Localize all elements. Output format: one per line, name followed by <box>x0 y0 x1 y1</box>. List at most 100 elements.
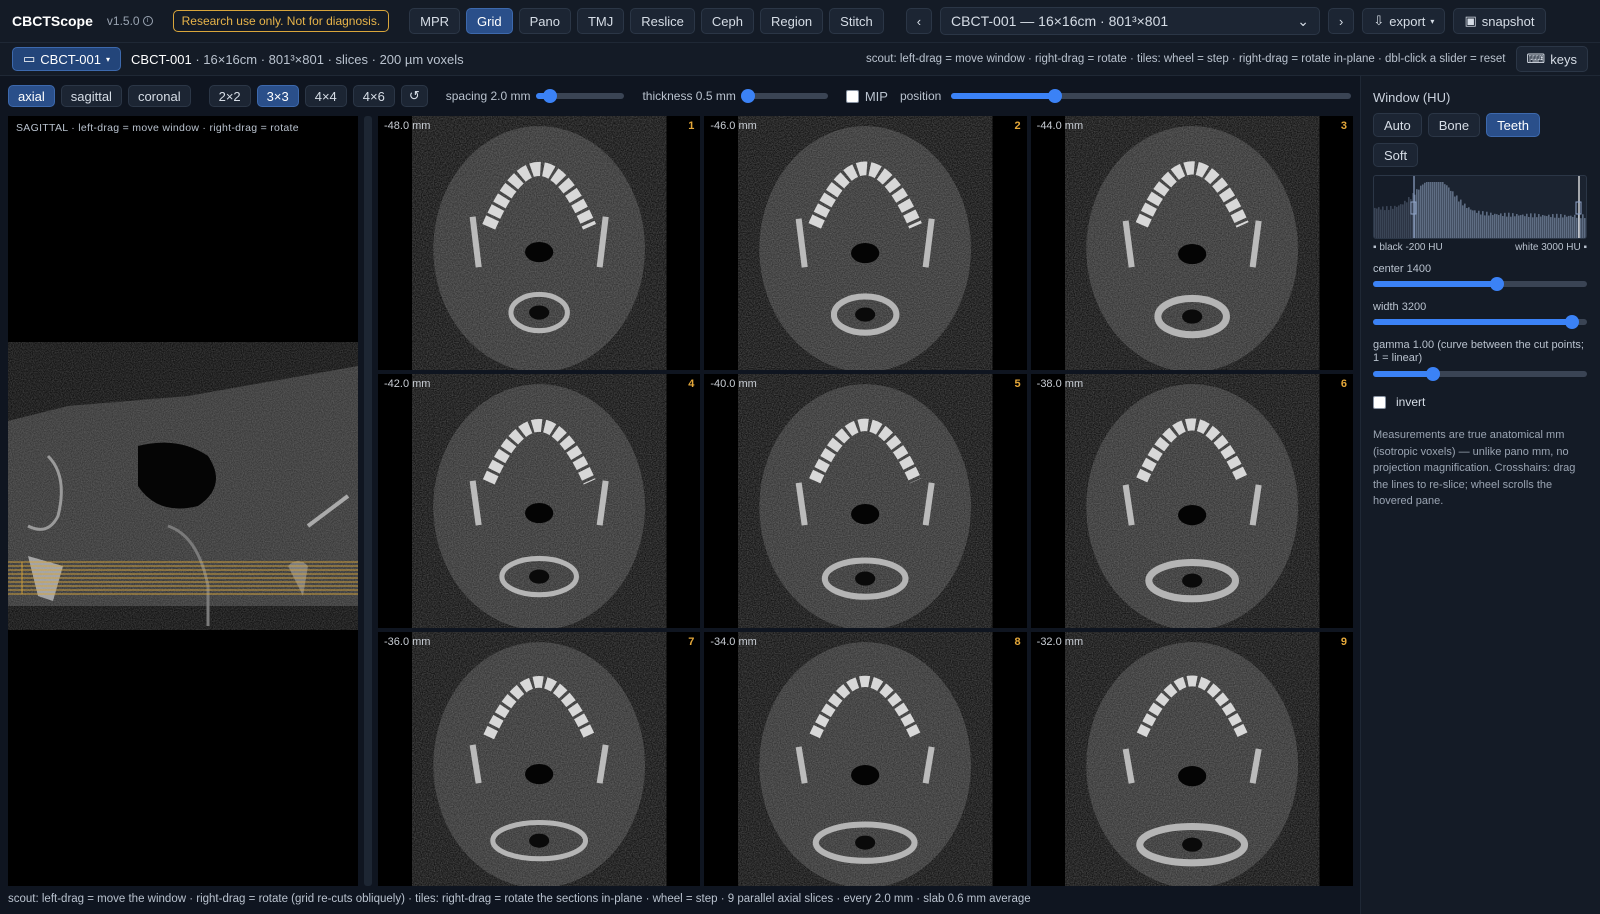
layout-button-4-6[interactable]: 4×6 <box>352 85 395 107</box>
case-chip-label: CBCT-001 <box>40 51 101 67</box>
layout-button-4-4[interactable]: 4×4 <box>304 85 347 107</box>
case-select[interactable]: CBCT-001 — 16×16cm · 801³×801 ⌄ <box>940 7 1321 35</box>
mode-tab-reslice[interactable]: Reslice <box>630 8 695 34</box>
plane-button-sagittal[interactable]: sagittal <box>60 85 122 107</box>
hu-histogram[interactable] <box>1373 175 1587 239</box>
spacing-slider-thumb[interactable] <box>542 89 557 103</box>
preset-button-soft[interactable]: Soft <box>1373 143 1419 167</box>
width-slider-thumb[interactable] <box>1565 315 1580 329</box>
width-slider[interactable] <box>1373 315 1587 329</box>
snapshot-label: snapshot <box>1481 13 1535 29</box>
slice-tile[interactable]: -40.0 mm 5 <box>704 374 1027 628</box>
thickness-slider-thumb[interactable] <box>740 89 755 103</box>
scout-label: SAGITTAL · left-drag = move window · rig… <box>16 122 299 134</box>
center-slider-thumb[interactable] <box>1490 277 1505 291</box>
caret-down-icon: ▾ <box>1430 16 1435 26</box>
slice-tile[interactable]: -34.0 mm 8 <box>704 632 1027 886</box>
slice-index-label: 1 <box>688 120 695 132</box>
spacing-slider[interactable] <box>536 89 625 103</box>
caret-down-icon: ▾ <box>106 54 111 64</box>
slice-tile[interactable]: -32.0 mm 9 <box>1030 632 1353 886</box>
mode-tabs: MPR Grid Pano TMJ Reslice Ceph Region Stitch <box>409 8 884 34</box>
plane-buttons: axial sagittal coronal <box>8 85 191 107</box>
axial-slice-image <box>1086 126 1298 370</box>
slice-tile[interactable]: -36.0 mm 7 <box>378 632 701 886</box>
mode-tab-region[interactable]: Region <box>759 8 824 34</box>
spacing-label: spacing 2.0 mm <box>445 89 531 103</box>
center-label: center 1400 <box>1373 263 1432 275</box>
mip-checkbox[interactable] <box>845 89 859 103</box>
preset-button-bone[interactable]: Bone <box>1427 113 1481 137</box>
width-slider-fill <box>1373 319 1573 325</box>
status-hint: scout: left-drag = move the window · rig… <box>8 893 1031 905</box>
slice-position-label: -36.0 mm <box>384 636 431 648</box>
next-case-button[interactable]: › <box>1328 8 1355 34</box>
invert-row: invert <box>1373 395 1588 409</box>
prev-case-button[interactable]: ‹ <box>905 8 933 34</box>
mode-tab-stitch[interactable]: Stitch <box>829 8 884 34</box>
axial-slice-image <box>759 384 972 628</box>
slice-tile[interactable]: -46.0 mm 2 <box>704 116 1027 370</box>
gamma-slider-thumb[interactable] <box>1425 367 1440 382</box>
thickness-slider[interactable] <box>740 89 828 103</box>
invert-checkbox[interactable] <box>1373 395 1386 409</box>
slice-position-label: -42.0 mm <box>384 378 431 390</box>
slice-tile[interactable]: -38.0 mm 6 <box>1030 374 1353 628</box>
camera-icon: ▣ <box>1464 13 1477 28</box>
case-chip-button[interactable]: ▭ CBCT-001 ▾ <box>12 47 122 71</box>
slice-index-label: 6 <box>1340 378 1347 390</box>
keys-label: keys <box>1550 51 1577 67</box>
preset-button-auto[interactable]: Auto <box>1373 113 1422 137</box>
slice-position-label: -38.0 mm <box>1036 378 1084 390</box>
slice-position-label: -44.0 mm <box>1036 120 1084 132</box>
chevron-down-icon: ⌄ <box>1297 12 1310 29</box>
mode-tab-mpr[interactable]: MPR <box>409 8 461 34</box>
white-point-label: white 3000 HU ▪ <box>1515 242 1587 253</box>
mode-tab-grid[interactable]: Grid <box>466 8 513 34</box>
layout-buttons: 2×2 3×3 4×4 4×6 <box>208 85 395 107</box>
plane-button-axial[interactable]: axial <box>8 85 55 107</box>
case-bar: ▭ CBCT-001 ▾ CBCT-001 · 16×16cm · 801³×801… <box>0 42 1600 76</box>
sagittal-scout-image <box>8 366 358 626</box>
case-name: CBCT-001 <box>131 51 192 67</box>
mode-tab-pano[interactable]: Pano <box>518 8 571 34</box>
slice-tile[interactable]: -42.0 mm 4 <box>378 374 701 628</box>
reset-rotation-button[interactable]: ↺ <box>400 85 428 107</box>
layout-button-3-3[interactable]: 3×3 <box>256 85 299 107</box>
layout-button-2-2[interactable]: 2×2 <box>208 85 251 107</box>
scout-splitter[interactable] <box>364 116 372 886</box>
preset-button-teeth[interactable]: Teeth <box>1486 113 1540 137</box>
case-select-value: CBCT-001 — 16×16cm · 801³×801 <box>951 13 1169 29</box>
grid-toolbar: axial sagittal coronal 2×2 3×3 4×4 4×6 ↺ spac… <box>8 84 1353 108</box>
axial-slice-image <box>759 642 972 886</box>
window-title: Window (HU) <box>1373 90 1451 105</box>
plane-button-coronal[interactable]: coronal <box>127 85 191 107</box>
width-label: width 3200 <box>1373 301 1427 313</box>
info-icon[interactable]: i <box>142 16 153 26</box>
gamma-slider[interactable] <box>1373 367 1587 382</box>
export-label: export <box>1389 13 1426 29</box>
invert-label: invert <box>1396 395 1426 410</box>
center-slider-fill <box>1373 281 1498 287</box>
snapshot-button[interactable]: ▣ snapshot <box>1453 8 1546 34</box>
window-panel: Window (HU) Auto Bone Teeth Soft ▪ black -2… <box>1360 76 1600 914</box>
center-slider[interactable] <box>1373 277 1587 291</box>
position-slider-fill <box>951 93 1056 99</box>
axial-slice-image <box>433 126 645 370</box>
keys-button[interactable]: ⌨ keys <box>1515 46 1588 72</box>
slice-position-label: -34.0 mm <box>710 636 757 648</box>
main-area: axial sagittal coronal 2×2 3×3 4×4 4×6 ↺ spac… <box>0 76 1360 892</box>
slice-tile[interactable]: -44.0 mm 3 <box>1030 116 1353 370</box>
export-button[interactable]: ⇩ export ▾ <box>1362 8 1446 34</box>
position-slider[interactable] <box>951 89 1352 103</box>
case-details: · 16×16cm · 801³×801 · slices · 200 µm v… <box>191 51 464 67</box>
mode-tab-ceph[interactable]: Ceph <box>700 8 754 34</box>
rotate-icon: ↺ <box>408 88 420 103</box>
axial-slice-image <box>433 384 645 628</box>
slice-tile[interactable]: -48.0 mm 1 <box>378 116 701 370</box>
sagittal-scout-view[interactable]: SAGITTAL · left-drag = move window · rig… <box>8 116 358 886</box>
slice-index-label: 3 <box>1340 120 1347 132</box>
mode-tab-tmj[interactable]: TMJ <box>576 8 625 34</box>
position-slider-thumb[interactable] <box>1048 89 1063 103</box>
app-name: CBCTScope <box>12 13 93 29</box>
